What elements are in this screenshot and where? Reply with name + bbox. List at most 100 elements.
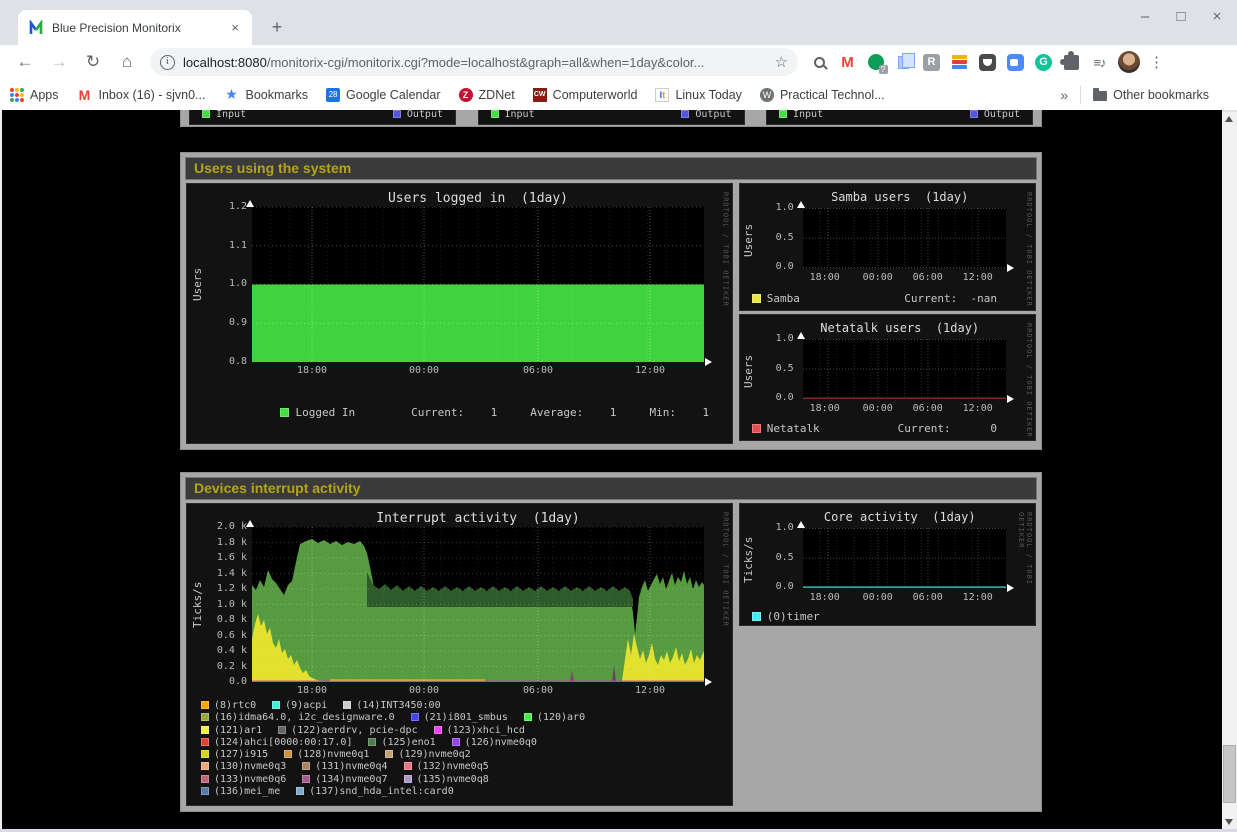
y-axis-label: Ticks/s [742, 530, 755, 590]
apps-button[interactable]: Apps [10, 88, 59, 102]
apps-grid-icon [10, 88, 24, 102]
browser-tab[interactable]: Blue Precision Monitorix × [18, 10, 252, 45]
grammarly-icon[interactable]: G [1034, 53, 1053, 72]
network-graph-panel[interactable]: InputOutput [766, 110, 1033, 125]
interrupt-activity-graph[interactable]: Interrupt activity (1day) Ticks/s 2.0 k … [186, 503, 733, 806]
core-plot-area [803, 528, 1006, 588]
search-icon[interactable] [810, 53, 829, 72]
zoom-icon[interactable] [1006, 53, 1025, 72]
url-text: localhost:8080/monitorix-cgi/monitorix.c… [183, 55, 775, 70]
calendar-icon: 28 [326, 88, 340, 102]
bookmark-star-icon[interactable]: ☆ [775, 53, 788, 71]
legend-label: Netatalk [767, 422, 820, 435]
extensions-puzzle-icon[interactable] [1062, 53, 1081, 72]
other-bookmarks-button[interactable]: Other bookmarks [1093, 88, 1209, 102]
timer-legend-swatch [752, 612, 761, 621]
netatalk-plot-area [803, 339, 1006, 399]
core-activity-graph[interactable]: Core activity (1day) Ticks/s 1.0 0.5 0.0 [739, 503, 1036, 626]
bookmark-item-computerworld[interactable]: CWComputerworld [533, 88, 638, 102]
legend-label: Logged In [295, 406, 355, 419]
interrupt-plot-area [252, 527, 704, 682]
linux-today-icon: lt [655, 88, 669, 102]
samba-current-value: Current: -nan [904, 292, 997, 305]
output-legend-swatch [681, 110, 689, 118]
users-section-header: Users using the system [185, 157, 1037, 180]
y-axis-label: Users [742, 341, 755, 401]
bookmarks-bar: Apps MInbox (16) - sjvn0... ★Bookmarks 2… [0, 79, 1237, 110]
interrupt-legend: (8)rtc0 (9)acpi (14)INT3450:00 (16)idma6… [201, 700, 585, 798]
output-legend-swatch [970, 110, 978, 118]
tab-close-icon[interactable]: × [226, 18, 244, 37]
legend-label: Samba [767, 292, 800, 305]
graph-title: Interrupt activity (1day) [252, 511, 704, 526]
r-extension-icon[interactable]: R [922, 53, 941, 72]
monitorix-favicon-icon [28, 20, 44, 36]
scrollbar-up-arrow-icon[interactable] [1225, 116, 1233, 122]
window-close-button[interactable]: × [1207, 8, 1227, 25]
tab-strip: Blue Precision Monitorix × + – □ × [0, 0, 1237, 45]
folder-icon [1093, 91, 1107, 101]
profile-avatar[interactable] [1118, 51, 1140, 73]
netatalk-legend-swatch [752, 424, 761, 433]
network-graph-panel[interactable]: InputOutput [478, 110, 745, 125]
window-edge [0, 110, 2, 832]
back-button[interactable]: ← [12, 49, 38, 75]
gmail-icon[interactable]: M [838, 53, 857, 72]
input-legend-swatch [202, 110, 210, 118]
reload-button[interactable]: ↻ [80, 49, 106, 75]
pocket-icon[interactable] [978, 53, 997, 72]
bookmark-item-bookmarks[interactable]: ★Bookmarks [224, 87, 309, 103]
tab-title: Blue Precision Monitorix [52, 21, 226, 35]
samba-users-graph[interactable]: Samba users (1day) Users 1.0 0.5 0.0 [739, 183, 1036, 311]
rrdtool-watermark: RRDTOOL / TOBI OETIKER [722, 192, 730, 307]
copy-pages-icon[interactable] [894, 53, 913, 72]
reading-list-icon[interactable]: ≡♪ [1090, 53, 1109, 72]
rrdtool-watermark: RRDTOOL / TOBI OETIKER [1025, 323, 1033, 438]
y-axis-label: Ticks/s [191, 527, 204, 682]
zdnet-icon: Z [459, 88, 473, 102]
graph-title: Samba users (1day) [790, 190, 1010, 204]
logged-in-legend-swatch [280, 408, 289, 417]
graph-title: Users logged in (1day) [252, 191, 704, 206]
window-minimize-button[interactable]: – [1135, 8, 1155, 25]
samba-plot-area [803, 208, 1006, 268]
scrollbar-thumb[interactable] [1223, 745, 1236, 803]
interrupts-section: Devices interrupt activity Interrupt act… [180, 472, 1042, 812]
computerworld-icon: CW [533, 88, 547, 102]
netatalk-users-graph[interactable]: Netatalk users (1day) Users 1.0 0.5 0.0 [739, 314, 1036, 441]
bookmark-item-zdnet[interactable]: ZZDNet [459, 88, 515, 102]
page-content: InputOutput InputOutput InputOutput User… [2, 110, 1222, 829]
new-tab-button[interactable]: + [264, 14, 290, 40]
samba-legend-swatch [752, 294, 761, 303]
bookmarks-overflow-chevron[interactable]: » [1060, 87, 1068, 103]
vertical-scrollbar[interactable] [1222, 112, 1237, 829]
books-icon[interactable] [950, 53, 969, 72]
bookmark-item-google-calendar[interactable]: 28Google Calendar [326, 88, 441, 102]
interrupts-section-header: Devices interrupt activity [185, 477, 1037, 500]
y-axis-label: Users [191, 207, 204, 362]
star-icon: ★ [224, 87, 240, 103]
y-axis-label: Users [742, 210, 755, 270]
bookmark-item-inbox[interactable]: MInbox (16) - sjvn0... [77, 87, 206, 103]
rrdtool-watermark: RRDTOOL / TOBI OETIKER [1017, 512, 1033, 625]
page-info-icon[interactable]: i [160, 55, 175, 70]
rrdtool-watermark: RRDTOOL / TOBI OETIKER [722, 512, 730, 627]
network-graph-panel[interactable]: InputOutput [189, 110, 456, 125]
netatalk-current-value: Current: 0 [898, 422, 997, 435]
rrdtool-watermark: RRDTOOL / TOBI OETIKER [1025, 192, 1033, 307]
scrollbar-down-arrow-icon[interactable] [1225, 819, 1233, 825]
bookmark-item-linux-today[interactable]: ltLinux Today [655, 88, 742, 102]
voice-icon[interactable] [866, 53, 885, 72]
forward-button[interactable]: → [46, 49, 72, 75]
menu-kebab-icon[interactable]: ⋮ [1149, 53, 1164, 71]
window-maximize-button[interactable]: □ [1171, 8, 1191, 25]
users-plot-area [252, 207, 704, 362]
users-section: Users using the system Users logged in (… [180, 152, 1042, 450]
home-button[interactable]: ⌂ [114, 49, 140, 75]
bookmark-item-practical-technology[interactable]: WPractical Technol... [760, 88, 885, 102]
url-bar[interactable]: i localhost:8080/monitorix-cgi/monitorix… [150, 48, 798, 76]
users-logged-in-graph[interactable]: Users logged in (1day) Users 1.2 1.1 1.0… [186, 183, 733, 444]
input-legend-swatch [491, 110, 499, 118]
output-legend-swatch [393, 110, 401, 118]
graph-title: Core activity (1day) [790, 510, 1010, 524]
